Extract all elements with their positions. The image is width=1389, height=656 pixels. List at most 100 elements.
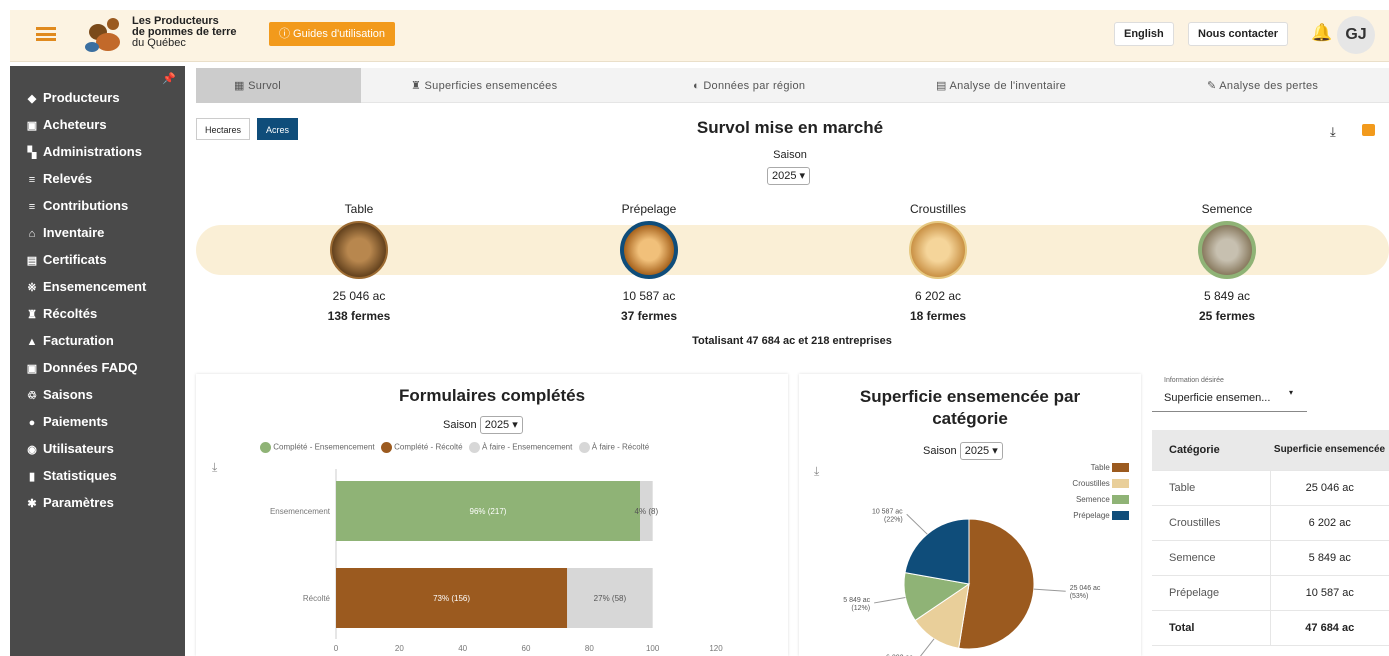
season-select[interactable]: 2025 ▾ [767,166,811,185]
sidebar-item-parametres[interactable]: ✱ Paramètres [24,492,113,514]
info-label: Information désirée [1164,377,1224,384]
x-tick-label: 100 [646,644,660,653]
pie-panel: Superficie ensemencée par catégorie Saiso… [799,374,1141,656]
pie-leader-line [919,638,935,656]
sidebar-item-administrations[interactable]: ▚ Administrations [24,141,142,163]
certificate-icon: ▤ [26,255,38,267]
sidebar-item-donnees-fadq[interactable]: ▣ Données FADQ [24,357,138,379]
globe-icon: ◐ [693,80,704,92]
bar-label: 96% (217) [470,507,507,516]
tractor-icon: ♜ [411,80,425,92]
brand-line3: du Québec [132,37,186,49]
pie-leader-line [1033,588,1066,592]
croustilles-potato-icon [909,221,967,279]
download-icon[interactable]: ⤓ [1330,124,1336,140]
table-potato-icon [330,221,388,279]
guides-button[interactable]: ⓘ Guides d'utilisation [269,22,396,46]
sidebar-item-releves[interactable]: ≡ Relevés [24,168,92,190]
tab-survol[interactable]: ▦ Survol [196,68,361,103]
pie-label-percent: (53%) [1070,593,1089,600]
category-area: 25 046 ac [332,289,386,303]
tab-regions[interactable]: ◐ Données par région [693,68,805,103]
pie-title: Superficie ensemencée par catégorie [859,387,1081,428]
table-header-cell: Catégorie [1152,430,1270,471]
sidebar-item-producteurs[interactable]: ◆ Producteurs [24,87,120,109]
sidebar: 📌 ◆ Producteurs ▣ Acheteurs ▚ Administratio… [10,66,185,656]
forms-season[interactable]: Saison 2025 ▾ [443,416,523,434]
category-farms: 138 fermes [327,309,391,323]
category-area: 5 849 ac [1203,289,1251,303]
category-label: Récolté [303,594,331,603]
pie-leader-line [906,513,928,535]
x-tick-label: 80 [585,644,594,653]
brand-name: Les Producteurs de pommes de terre du Qu… [132,16,237,49]
gear-icon: ✱ [27,498,37,510]
x-tick-label: 20 [395,644,404,653]
tab-inventaire[interactable]: ▤ Analyse de l'inventaire [936,68,1066,103]
info-value: Superficie ensemen... [1164,392,1271,404]
pie-season[interactable]: Saison 2025 ▾ [923,442,1003,460]
pie-label-percent: (22%) [884,516,903,523]
menu-icon[interactable] [36,27,56,41]
pie-leader-line [874,597,906,604]
info-select[interactable]: Information désirée Superficie ensemen..… [1152,374,1307,412]
legend-swatch [1112,479,1129,489]
english-button[interactable]: English [1114,22,1174,46]
pie-slice [904,518,970,585]
bar-label: 73% (156) [433,594,470,603]
category-area: 10 587 ac [622,289,676,303]
category-area: 6 202 ac [914,289,962,303]
tab-pertes[interactable]: ✎ Analyse des pertes [1207,68,1318,103]
sidebar-item-contributions[interactable]: ≡ Contributions [24,195,128,217]
table-header-cell: Superficie ensemencée [1270,430,1389,471]
top-bar: Les Producteurs de pommes de terre du Qu… [10,10,1389,62]
grid-icon: ▦ [234,80,249,92]
tab-bar: ▦ Survol ♜ Superficies ensemencées ◐ Don… [196,68,1389,103]
logo-icon [85,18,120,52]
tab-superficies[interactable]: ♜ Superficies ensemencées [411,68,557,103]
x-tick-label: 40 [458,644,467,653]
invoice-icon: ▲ [26,336,38,348]
overview-total: Totalisant 47 684 ac et 218 entreprises [692,335,892,347]
pie-label-value: 5 849 ac [843,597,870,604]
pie-label-percent: (12%) [851,605,870,612]
x-tick-label: 0 [334,644,339,653]
sidebar-item-paiements[interactable]: ● Paiements [24,411,108,433]
sidebar-item-facturation[interactable]: ▲ Facturation [24,330,114,352]
bar-label: 27% (58) [594,594,627,603]
sidebar-item-statistiques[interactable]: ▮ Statistiques [24,465,117,487]
org-icon: ▚ [27,147,37,159]
sidebar-item-utilisateurs[interactable]: ◉ Utilisateurs [24,438,114,460]
tractor-icon: ♜ [27,309,37,321]
legend-swatch [260,442,271,453]
avatar[interactable]: GJ [1337,16,1375,54]
users-icon: ◉ [27,444,37,456]
season-label: Saison [773,149,807,161]
sidebar-item-acheteurs[interactable]: ▣ Acheteurs [24,114,107,136]
table-row-total: Total 47 684 ac [1152,610,1389,646]
acres-button[interactable]: Acres [257,118,299,140]
data-icon: ▣ [26,363,38,375]
camera-icon[interactable] [1362,124,1375,136]
pie-slice [958,518,1035,650]
sidebar-item-ensemencement[interactable]: ※ Ensemencement [24,276,146,298]
contact-button[interactable]: Nous contacter [1188,22,1289,46]
x-tick-label: 120 [709,644,723,653]
forms-panel: Formulaires complétés Saison 2025 ▾ Comp… [196,374,788,656]
table-header: Catégorie Superficie ensemencée [1152,430,1389,471]
sidebar-item-certificats[interactable]: ▤ Certificats [24,249,107,271]
legend-swatch [578,442,590,453]
sidebar-item-recoltes[interactable]: ♜ Récoltés [24,303,97,325]
legend-swatch [380,442,392,453]
category-farms: 37 fermes [620,309,678,323]
category-name: Table [344,202,374,216]
stats-icon: ▮ [28,471,36,483]
pin-icon[interactable]: 📌 [162,72,176,85]
seed-icon: ※ [27,282,37,294]
bell-icon[interactable]: 🔔 [1311,23,1332,43]
semence-potato-icon [1198,221,1256,279]
sidebar-item-saisons[interactable]: ♲ Saisons [24,384,93,406]
hectares-button[interactable]: Hectares [196,118,251,140]
download-icon[interactable]: ⤓ [814,464,819,479]
sidebar-item-inventaire[interactable]: ⌂ Inventaire [24,222,105,244]
